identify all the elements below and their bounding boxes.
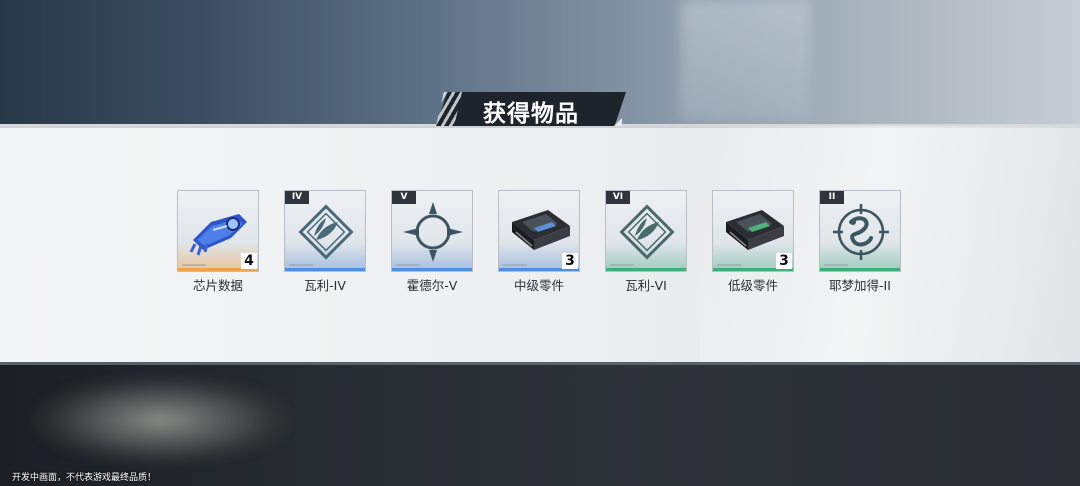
background-window [680,0,810,120]
item-card[interactable]: II [819,190,901,272]
item-name: 瓦利-IV [304,278,346,293]
item-name: 霍德尔-V [406,278,458,293]
development-disclaimer: 开发中画面，不代表游戏最终品质！ [12,473,157,483]
reward-item[interactable]: 4 芯片数据 [177,190,259,294]
leaf-emblem-icon [298,204,354,260]
title-plate: 获得物品 [436,92,626,127]
item-card[interactable]: 3 [498,190,580,272]
leaf-emblem-icon [619,204,675,260]
item-quantity: 3 [562,253,578,269]
reward-item[interactable]: IV 瓦利-IV [284,190,366,294]
item-card[interactable]: 3 [712,190,794,272]
crescent-emblem-icon [403,202,463,262]
item-name: 低级零件 [727,278,778,293]
item-card[interactable]: V [391,190,473,272]
reward-item[interactable]: VI 瓦利-VI [605,190,687,294]
reward-item[interactable]: 3 中级零件 [498,190,580,294]
item-quantity: 3 [776,253,792,269]
item-card[interactable]: VI [605,190,687,272]
reward-item[interactable]: II 耶梦加得-II [819,190,901,294]
background-figure [30,375,290,465]
reward-item[interactable]: V 霍德尔-V [391,190,473,294]
item-name: 耶梦加得-II [829,278,891,293]
reward-item[interactable]: 3 低级零件 [712,190,794,294]
item-name: 中级零件 [513,278,564,293]
item-name: 芯片数据 [192,278,243,293]
page-title: 获得物品 [483,101,579,127]
item-card[interactable]: 4 [177,190,259,272]
serpent-emblem-icon [833,204,889,260]
item-card[interactable]: IV [284,190,366,272]
item-quantity: 4 [241,253,257,269]
item-name: 瓦利-VI [625,278,667,293]
reward-item-list: 4 芯片数据 IV 瓦利-IV V 霍德尔-V 3 中级零件 VI 瓦利-VI … [177,190,907,293]
